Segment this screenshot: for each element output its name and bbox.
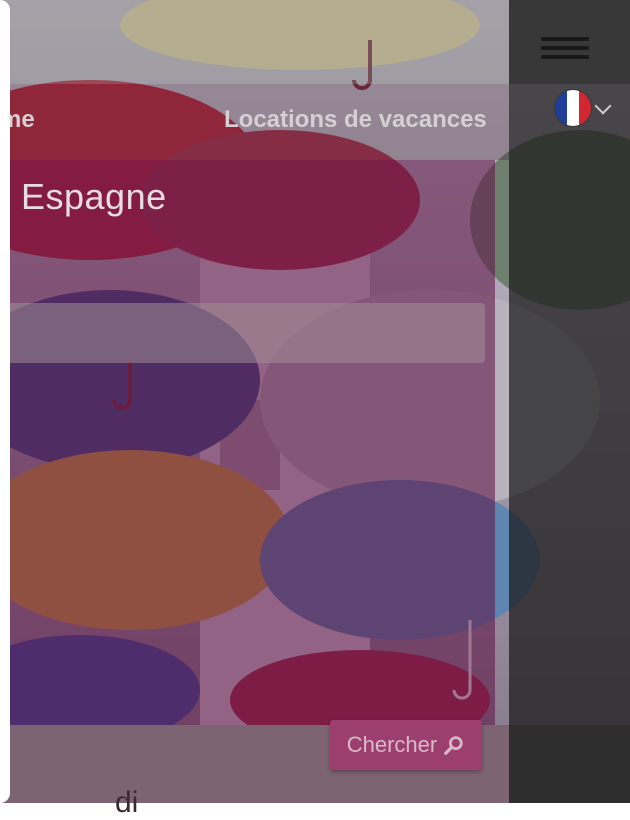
flag-france-icon bbox=[555, 90, 591, 126]
search-button-label: Chercher bbox=[346, 732, 438, 757]
page-edge bbox=[0, 0, 10, 803]
search-button[interactable]: Chercher bbox=[330, 720, 482, 770]
header-bar bbox=[0, 0, 509, 84]
search-icon bbox=[444, 736, 463, 755]
search-card bbox=[0, 160, 495, 725]
footer-partial-text: di bbox=[115, 786, 139, 819]
chevron-down-icon bbox=[594, 97, 612, 115]
search-title: Espagne bbox=[21, 176, 167, 217]
search-input[interactable] bbox=[0, 303, 485, 363]
nav-item-locations[interactable]: Locations de vacances bbox=[224, 106, 487, 134]
drawer-overlay-bottom bbox=[509, 725, 630, 803]
language-selector[interactable] bbox=[555, 90, 617, 130]
